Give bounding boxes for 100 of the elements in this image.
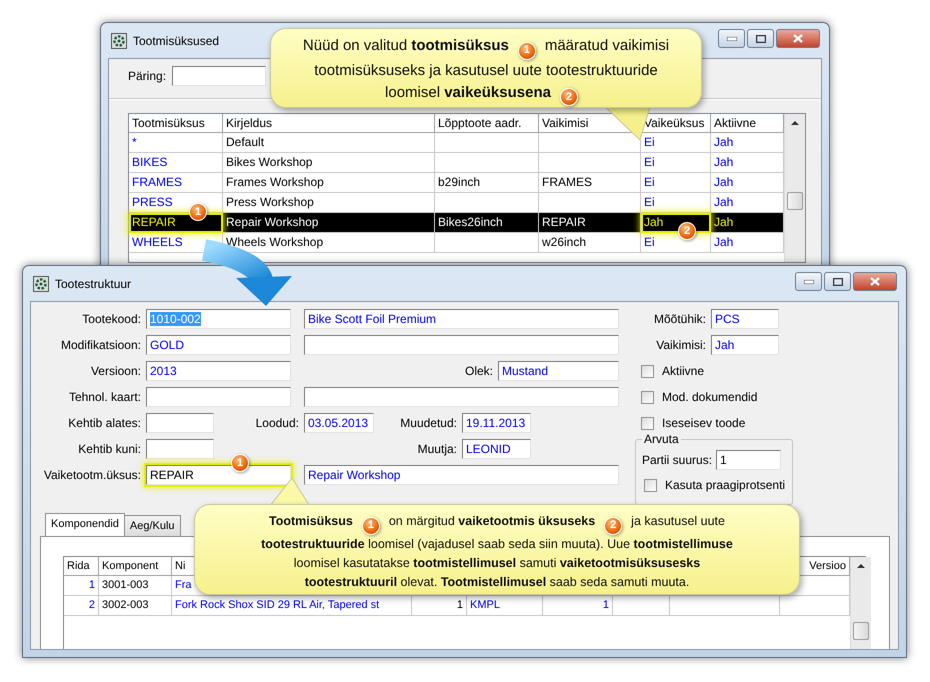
input-field[interactable]: 03.05.2013	[304, 413, 374, 433]
minimize-icon	[804, 280, 814, 284]
table-cell: Frames Workshop	[226, 175, 324, 189]
column-header[interactable]: Lõpptoote aadr.	[438, 116, 522, 130]
checkbox[interactable]	[641, 364, 654, 378]
scrollbar-thumb[interactable]	[787, 192, 803, 210]
input-field[interactable]	[146, 413, 214, 433]
field-label: Tootekood:	[81, 312, 142, 326]
table-cell: Ei	[644, 135, 655, 149]
number-badge: 2	[604, 516, 622, 534]
callout-text: tootestruktuuril olevat. Tootmistellimusel saab seda samuti muuta.	[304, 574, 690, 588]
table-cell: BIKES	[132, 155, 168, 169]
checkbox[interactable]	[641, 390, 654, 404]
checkbox-label: Mod. dokumendid	[662, 390, 758, 404]
input-field[interactable]: Jah	[711, 335, 779, 355]
number-badge: 1	[362, 516, 380, 534]
maximize-button[interactable]	[747, 29, 774, 48]
table-cell: Jah	[714, 175, 734, 189]
scrollbar-thumb[interactable]	[853, 622, 869, 640]
table-cell: Jah	[644, 215, 664, 229]
callout-text: ja kasutusel uute	[631, 514, 725, 528]
input-field[interactable]: 2013	[146, 361, 291, 381]
close-icon	[793, 34, 803, 43]
callout-text: tootmisüksuseks ja kasutusel uute tootestruktuuride	[314, 62, 658, 78]
checkbox[interactable]	[644, 478, 657, 492]
table-cell: Fork Rock Shox SID 29 RL Air, Tapered st	[175, 599, 380, 611]
scroll-up-icon[interactable]	[857, 564, 865, 568]
input-field[interactable]: Repair Workshop	[304, 465, 619, 485]
input-field[interactable]: LEONID	[462, 439, 531, 459]
query-label: Päring:	[128, 69, 166, 83]
input-field[interactable]: 1	[716, 450, 782, 470]
input-field[interactable]: PCS	[711, 309, 779, 329]
scrollbar[interactable]	[784, 114, 805, 262]
field-label: Mõõtühik:	[652, 312, 707, 326]
checkbox-label: Aktiivne	[662, 364, 704, 378]
table-cell: Repair Workshop	[226, 215, 318, 229]
input-field[interactable]	[146, 439, 214, 459]
column-header[interactable]: Versioo	[809, 560, 846, 572]
input-field[interactable]: Bike Scott Foil Premium	[304, 309, 619, 329]
table-cell: WHEELS	[132, 235, 183, 249]
column-header[interactable]: Vaikeüksus	[644, 116, 704, 130]
input-field[interactable]: Mustand	[498, 361, 619, 381]
input-field[interactable]	[304, 335, 619, 355]
input-field[interactable]	[146, 387, 291, 407]
minimize-button[interactable]	[718, 29, 745, 48]
table-cell: Bikes26inch	[438, 215, 503, 229]
group-title: Arvuta	[642, 432, 681, 446]
field-label: Loodud:	[254, 416, 300, 430]
table-cell: Jah	[714, 135, 734, 149]
callout-text: määratud vaikimisi	[544, 37, 670, 54]
table-cell: 3001-003	[102, 579, 148, 591]
tab[interactable]: Aeg/Kulu	[124, 515, 181, 536]
app-icon	[33, 276, 49, 292]
column-header[interactable]: Vaikimisi	[542, 116, 588, 130]
table-row[interactable]: * Default Ei Jah	[129, 133, 784, 153]
column-header[interactable]: Ni	[175, 560, 186, 572]
table-row[interactable]: BIKES Bikes Workshop Ei Jah	[129, 153, 784, 173]
table-cell: REPAIR	[132, 215, 176, 229]
table-row[interactable]: FRAMES Frames Workshop b29inch FRAMES Ei Jah	[129, 173, 784, 193]
table-cell: 1	[602, 599, 609, 611]
minimize-button[interactable]	[795, 272, 822, 291]
table-cell: Press Workshop	[226, 195, 314, 209]
table-cell: w26inch	[542, 235, 586, 249]
field-label: Muudetud:	[399, 416, 458, 430]
query-field[interactable]	[172, 66, 266, 86]
close-button[interactable]	[853, 272, 897, 291]
checkbox[interactable]	[641, 416, 654, 430]
column-header[interactable]: Kirjeldus	[226, 116, 272, 130]
dropdown-field[interactable]: REPAIR	[146, 465, 291, 485]
close-icon	[870, 277, 880, 286]
table-cell: 3002-003	[102, 599, 148, 611]
table-cell: Wheels Workshop	[226, 235, 324, 249]
field-label: Vaikimisi:	[655, 338, 707, 352]
column-header[interactable]: Rida	[67, 560, 90, 572]
table-cell: Ei	[644, 155, 655, 169]
maximize-icon	[756, 34, 766, 42]
table-cell: Jah	[714, 215, 734, 229]
scroll-up-icon[interactable]	[791, 121, 799, 125]
close-button[interactable]	[776, 29, 820, 48]
column-header[interactable]: Aktiivne	[714, 116, 756, 130]
table-cell: b29inch	[438, 175, 480, 189]
callout-text: Nüüd on valitud tootmisüksus	[302, 37, 509, 54]
table-cell: Fra	[175, 579, 192, 591]
input-field[interactable]: 19.11.2013	[462, 413, 531, 433]
field-label: Muutja:	[416, 442, 458, 456]
input-field[interactable]	[304, 387, 619, 407]
tab[interactable]: Komponendid	[45, 513, 125, 536]
field-label: Versioon:	[90, 364, 142, 378]
field-label: Olek:	[464, 364, 494, 378]
field-label: Kehtib alates:	[67, 416, 142, 430]
column-header[interactable]: Tootmisüksus	[132, 116, 205, 130]
field-label: Kehtib kuni:	[77, 442, 142, 456]
column-header[interactable]: Komponent	[102, 560, 158, 572]
input-field[interactable]: GOLD	[146, 335, 291, 355]
scrollbar[interactable]	[850, 557, 871, 649]
window-title: Tootestruktuur	[55, 276, 132, 290]
maximize-button[interactable]	[824, 272, 851, 291]
app-icon	[111, 32, 127, 48]
table-cell: Jah	[714, 235, 734, 249]
table-row[interactable]: 2 3002-003 Fork Rock Shox SID 29 RL Air, Tapered st 1 KMPL 1	[64, 596, 850, 616]
